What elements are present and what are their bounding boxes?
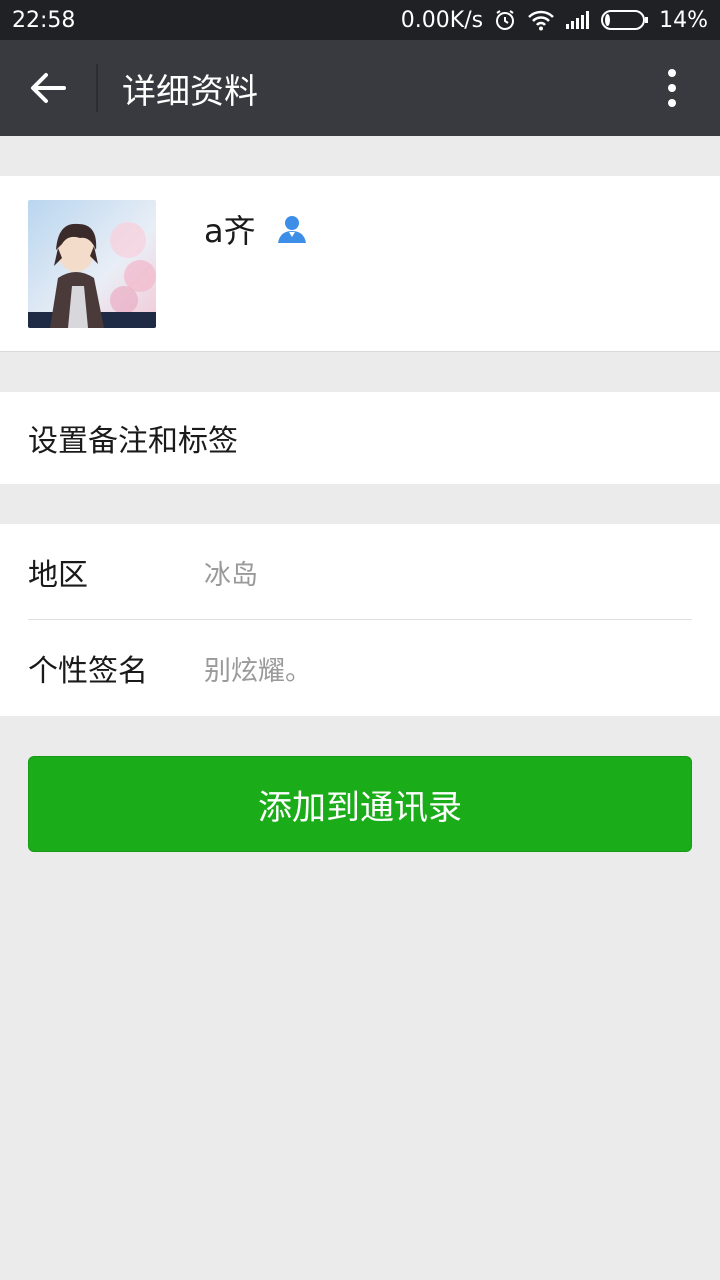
status-indicators: 0.00K/s 14% [401, 8, 708, 33]
more-vertical-icon [668, 69, 676, 107]
alarm-icon [493, 8, 517, 32]
signature-row: 个性签名 别炫耀。 [0, 620, 720, 716]
network-speed: 0.00K/s [400, 7, 484, 33]
region-label: 地区 [28, 558, 88, 593]
contact-name: a齐 [204, 212, 256, 250]
arrow-left-icon [31, 73, 66, 103]
battery-icon [601, 9, 649, 31]
region-row: 地区 冰岛 [0, 524, 720, 620]
signature-label: 个性签名 [28, 654, 148, 689]
person-icon [277, 216, 306, 243]
set-remark-and-tags[interactable]: 设置备注和标签 [0, 392, 720, 484]
wifi-icon [527, 9, 555, 31]
status-bar: 22:58 0.00K/s 14% [0, 0, 720, 40]
app-bar-divider [96, 64, 98, 112]
page-title: 详细资料 [122, 71, 258, 112]
add-to-contacts-button[interactable]: 添加到通讯录 [28, 756, 692, 852]
signature-value: 别炫耀。 [204, 655, 312, 687]
signal-icon [565, 10, 591, 30]
status-time: 22:58 [12, 7, 76, 33]
name-row: a齐 [204, 206, 308, 252]
battery-percent: 14% [659, 7, 708, 33]
profile-card: a齐 [0, 176, 720, 352]
back-button[interactable] [0, 40, 96, 136]
more-button[interactable] [624, 40, 720, 136]
app-bar: 详细资料 [0, 40, 720, 136]
remark-label: 设置备注和标签 [28, 424, 238, 459]
region-value: 冰岛 [204, 559, 258, 591]
avatar[interactable] [28, 200, 156, 328]
info-section: 地区 冰岛 个性签名 别炫耀。 [0, 524, 720, 716]
